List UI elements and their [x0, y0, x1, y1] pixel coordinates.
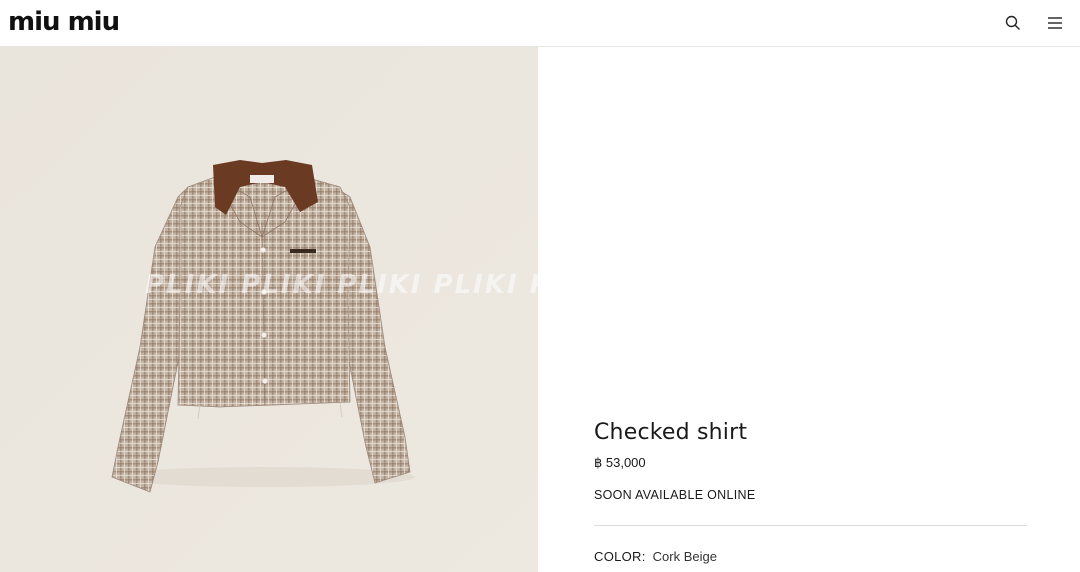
search-icon[interactable] — [1002, 12, 1024, 34]
product-title: Checked shirt — [594, 420, 748, 445]
brand-logo[interactable]: miu miu — [8, 7, 120, 37]
menu-icon[interactable] — [1044, 12, 1066, 34]
watermark-text: PLIKI PLIKI PLIKI PLIKI PLI — [145, 270, 538, 300]
color-info: COLOR: Cork Beige — [594, 549, 717, 564]
availability-status: SOON AVAILABLE ONLINE — [594, 488, 756, 502]
brand-logo-text: miu miu — [8, 7, 120, 37]
site-header: miu miu — [0, 0, 1080, 47]
color-label: COLOR: — [594, 549, 646, 564]
product-image[interactable]: PLIKI PLIKI PLIKI PLIKI PLI — [0, 47, 538, 572]
divider — [594, 525, 1027, 526]
product-details: Checked shirt ฿ 53,000 SOON AVAILABLE ON… — [538, 47, 1080, 572]
product-price: ฿ 53,000 — [594, 455, 646, 470]
header-actions — [1002, 12, 1066, 34]
color-value: Cork Beige — [652, 549, 717, 564]
